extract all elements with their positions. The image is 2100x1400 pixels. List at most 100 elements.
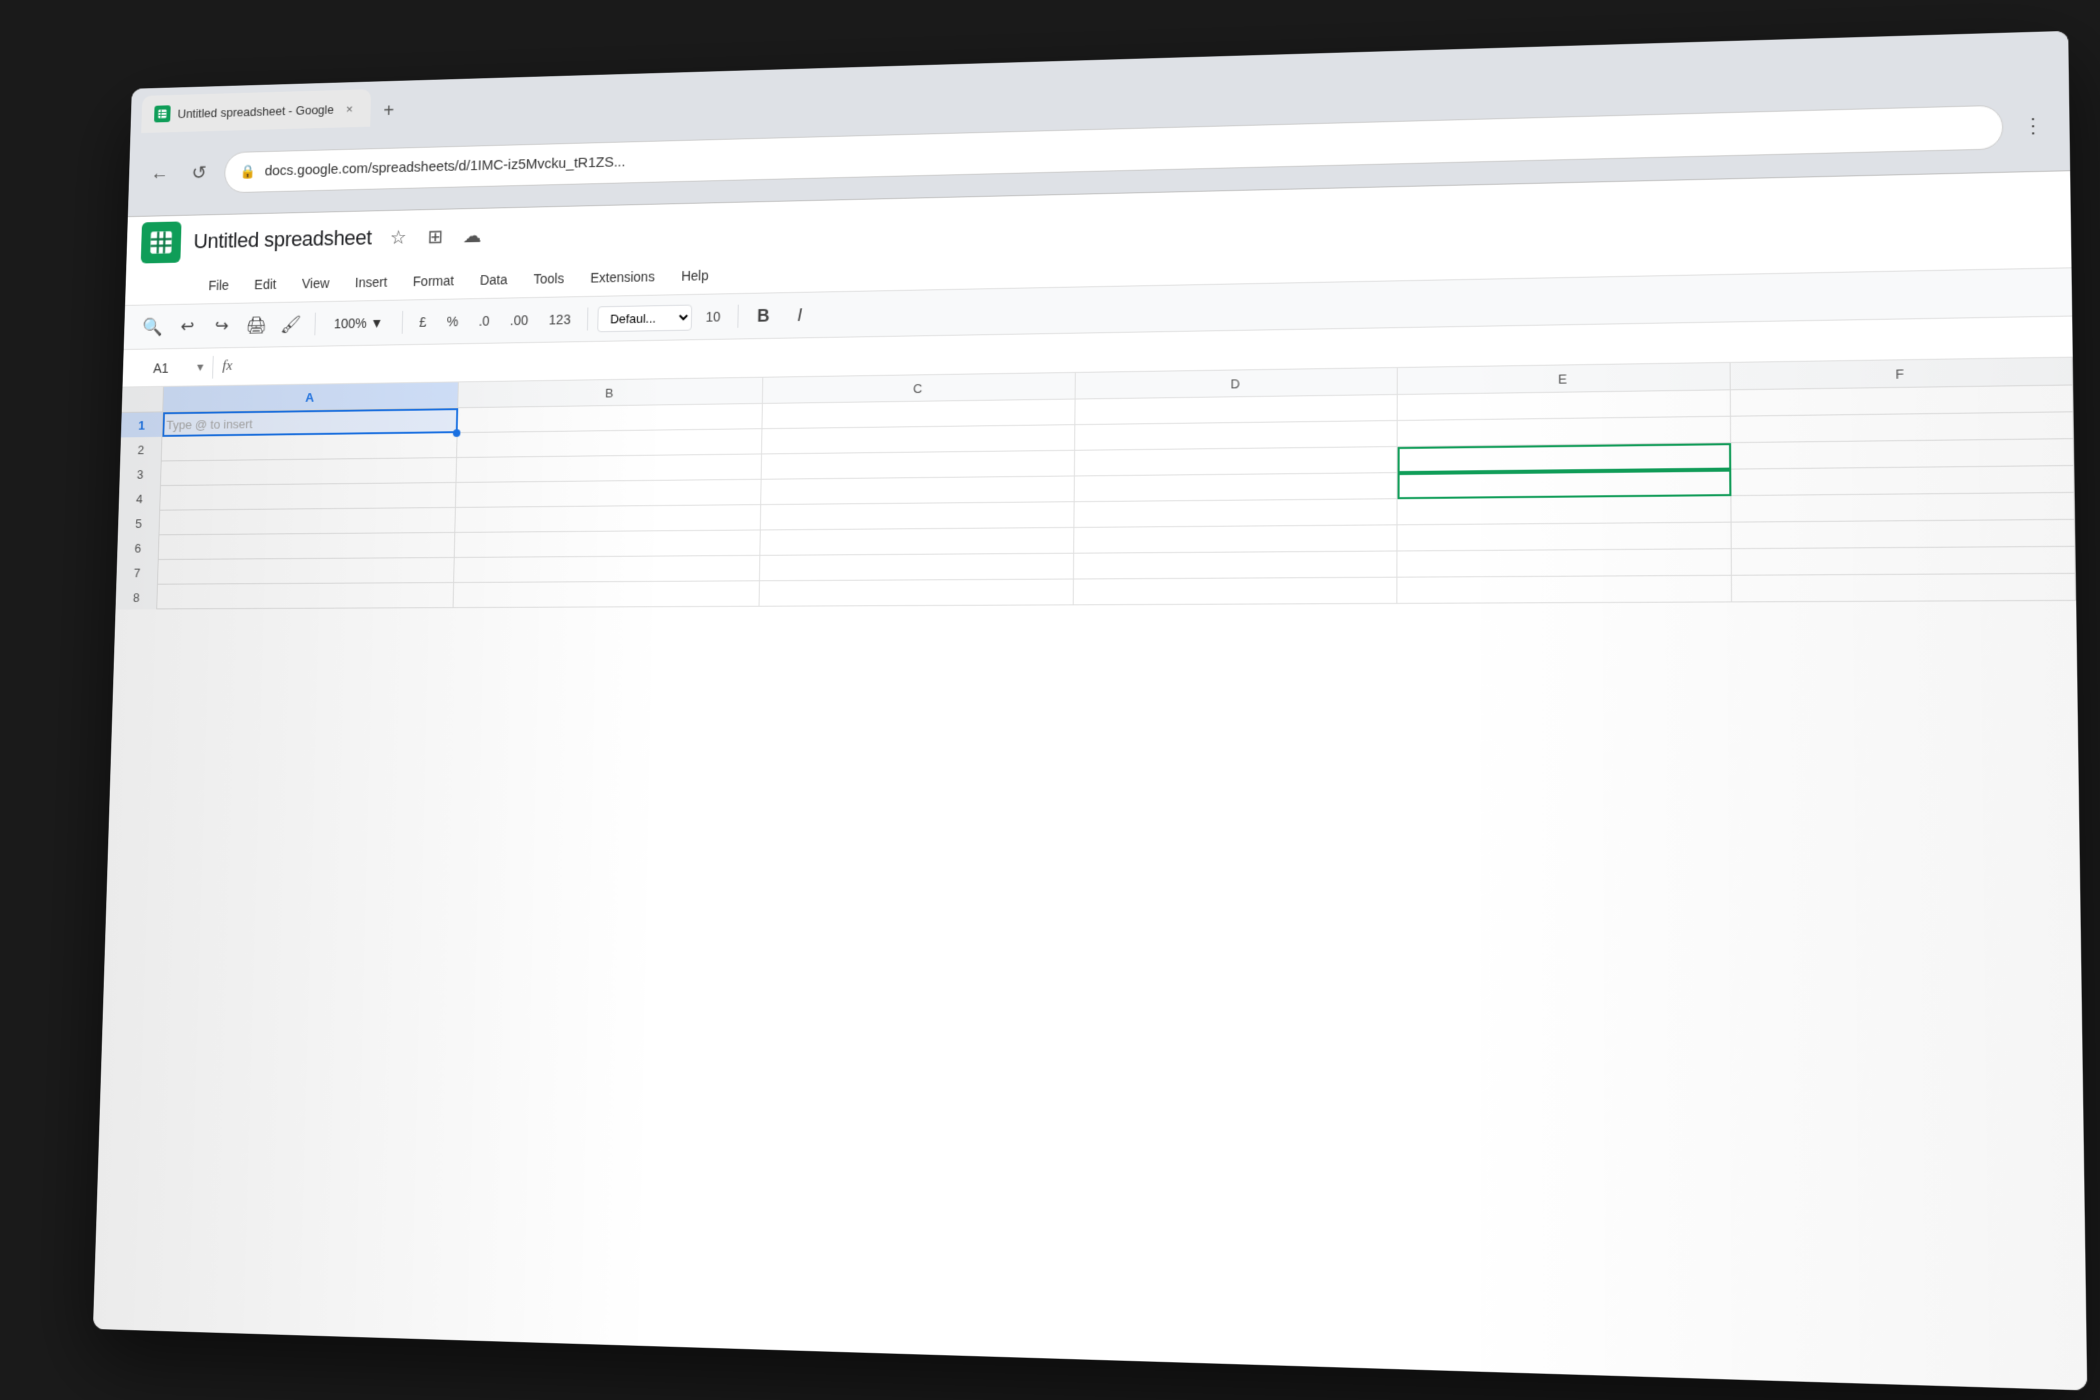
menu-insert[interactable]: Insert xyxy=(344,268,399,296)
nav-reload-button[interactable]: ↺ xyxy=(182,156,215,190)
cell-C7[interactable] xyxy=(760,554,1075,582)
cell-B1[interactable] xyxy=(458,404,763,433)
new-tab-button[interactable]: + xyxy=(374,96,404,127)
cell-E4[interactable] xyxy=(1398,470,1731,500)
row-number-5[interactable]: 5 xyxy=(118,511,160,536)
cell-B3[interactable] xyxy=(457,454,762,482)
cell-F8[interactable] xyxy=(1732,574,2077,603)
cell-C1[interactable] xyxy=(762,400,1075,430)
dropdown-arrow-icon[interactable]: ▾ xyxy=(197,359,204,375)
document-title: Untitled spreadsheet xyxy=(193,225,372,253)
cell-A8[interactable] xyxy=(157,583,454,609)
cell-C2[interactable] xyxy=(762,425,1076,454)
menu-extensions[interactable]: Extensions xyxy=(579,263,667,292)
decimal-up-button[interactable]: .00 xyxy=(502,308,536,332)
cell-B4[interactable] xyxy=(456,480,761,508)
italic-button[interactable]: I xyxy=(784,299,815,331)
sheets-app-icon xyxy=(141,221,182,263)
undo-icon: ↩ xyxy=(180,316,194,336)
col-header-B[interactable]: B xyxy=(459,378,763,408)
col-header-D[interactable]: D xyxy=(1076,368,1399,399)
cell-F4[interactable] xyxy=(1731,466,2075,496)
cell-A3[interactable] xyxy=(161,458,457,486)
cell-F2[interactable] xyxy=(1731,412,2074,443)
paint-icon: 🖌 xyxy=(280,314,301,334)
cell-D5[interactable] xyxy=(1074,499,1397,528)
cell-C4[interactable] xyxy=(761,476,1075,505)
bold-icon: B xyxy=(757,306,770,327)
row-number-3[interactable]: 3 xyxy=(119,461,161,486)
menu-help[interactable]: Help xyxy=(670,262,721,290)
cell-A6[interactable] xyxy=(159,533,456,560)
cell-D8[interactable] xyxy=(1074,578,1398,606)
tab-close-button[interactable]: × xyxy=(341,100,358,117)
row-number-8[interactable]: 8 xyxy=(116,585,158,610)
cell-A7[interactable] xyxy=(158,558,455,585)
row-number-2[interactable]: 2 xyxy=(120,437,162,462)
cell-F3[interactable] xyxy=(1731,439,2075,469)
tab-title: Untitled spreadsheet - Google xyxy=(177,102,334,120)
cell-B8[interactable] xyxy=(454,581,760,608)
col-header-C[interactable]: C xyxy=(763,373,1076,403)
nav-back-button[interactable]: ← xyxy=(143,157,176,191)
print-button[interactable]: 🖨 xyxy=(241,310,271,341)
zoom-control[interactable]: 100% ▼ xyxy=(324,311,392,335)
cell-E5[interactable] xyxy=(1398,496,1731,525)
cell-A4[interactable] xyxy=(160,483,457,511)
cell-E6[interactable] xyxy=(1398,523,1732,552)
cell-A2[interactable] xyxy=(162,433,458,461)
cell-E8[interactable] xyxy=(1398,576,1732,604)
menu-tools[interactable]: Tools xyxy=(522,265,576,293)
decimal-down-button[interactable]: .0 xyxy=(471,309,497,332)
cell-F6[interactable] xyxy=(1731,520,2075,549)
cell-B6[interactable] xyxy=(455,530,760,557)
cell-B7[interactable] xyxy=(454,556,760,583)
currency-button[interactable]: £ xyxy=(412,310,435,333)
col-header-A[interactable]: A xyxy=(163,382,459,411)
format-paint-button[interactable]: 🖌 xyxy=(276,309,306,340)
cell-C3[interactable] xyxy=(761,451,1075,480)
redo-button[interactable]: ↪ xyxy=(207,310,237,341)
menu-edit[interactable]: Edit xyxy=(243,271,288,298)
row-number-4[interactable]: 4 xyxy=(119,486,161,511)
browser-menu-button[interactable]: ⋮ xyxy=(2014,107,2053,145)
cell-D7[interactable] xyxy=(1074,551,1398,579)
font-selector[interactable]: Defaul... xyxy=(598,304,693,332)
col-header-E[interactable]: E xyxy=(1398,363,1730,394)
cell-F7[interactable] xyxy=(1731,547,2075,576)
row-number-7[interactable]: 7 xyxy=(116,560,158,585)
cell-C8[interactable] xyxy=(759,580,1074,607)
cloud-button[interactable]: ☁ xyxy=(458,221,486,250)
percent-button[interactable]: % xyxy=(439,310,466,333)
cell-A1[interactable]: Type @ to insert xyxy=(162,408,458,437)
menu-view[interactable]: View xyxy=(290,270,340,297)
row-number-1[interactable]: 1 xyxy=(121,412,163,437)
menu-data[interactable]: Data xyxy=(468,266,518,294)
star-button[interactable]: ☆ xyxy=(384,223,412,252)
cell-D4[interactable] xyxy=(1075,473,1398,502)
browser-tab-active[interactable]: Untitled spreadsheet - Google × xyxy=(141,89,371,133)
cell-C6[interactable] xyxy=(760,528,1074,556)
cell-E3[interactable] xyxy=(1398,443,1731,473)
zoom-dropdown-icon: ▼ xyxy=(370,315,383,330)
cell-A5[interactable] xyxy=(159,508,456,535)
cell-E2[interactable] xyxy=(1398,417,1731,447)
font-size-button[interactable]: 10 xyxy=(698,305,728,329)
cell-D2[interactable] xyxy=(1075,421,1398,451)
row-number-6[interactable]: 6 xyxy=(117,535,159,560)
cell-B2[interactable] xyxy=(457,429,762,458)
bold-button[interactable]: B xyxy=(748,300,779,331)
cell-F5[interactable] xyxy=(1731,493,2075,523)
move-button[interactable]: ⊞ xyxy=(421,222,449,251)
menu-file[interactable]: File xyxy=(197,272,240,299)
undo-button[interactable]: ↩ xyxy=(173,311,203,342)
menu-format[interactable]: Format xyxy=(402,267,466,295)
cell-D3[interactable] xyxy=(1075,447,1398,476)
col-header-F[interactable]: F xyxy=(1730,358,2073,390)
number-format-button[interactable]: 123 xyxy=(541,308,578,332)
cell-B5[interactable] xyxy=(456,505,761,533)
cell-E7[interactable] xyxy=(1398,549,1732,577)
cell-D6[interactable] xyxy=(1074,525,1398,553)
cell-C5[interactable] xyxy=(760,502,1074,530)
search-button[interactable]: 🔍 xyxy=(138,312,168,343)
